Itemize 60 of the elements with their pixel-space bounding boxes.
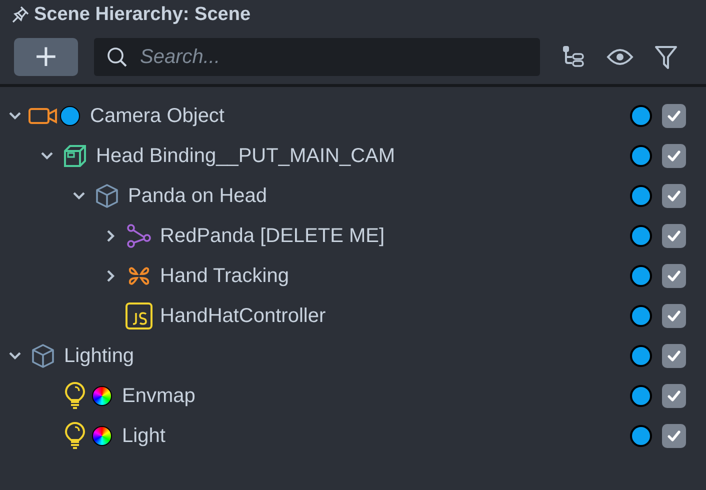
light-bulb-icon	[64, 422, 86, 450]
chevron-right-icon[interactable]	[106, 269, 116, 283]
filter-icon[interactable]	[654, 44, 678, 70]
chevron-down-icon[interactable]	[8, 111, 22, 121]
chevron-down-icon[interactable]	[8, 351, 22, 361]
tree-item-label[interactable]: RedPanda [DELETE ME]	[160, 224, 385, 248]
check-icon	[666, 268, 682, 284]
layer-dot[interactable]	[630, 385, 652, 407]
chevron-down-icon[interactable]	[40, 151, 54, 161]
visibility-checkbox[interactable]	[662, 304, 686, 328]
check-icon	[666, 228, 682, 244]
check-icon	[666, 188, 682, 204]
light-bulb-icon	[64, 382, 86, 410]
cube-icon	[63, 144, 87, 168]
eye-icon[interactable]	[606, 47, 634, 67]
check-icon	[666, 308, 682, 324]
add-button[interactable]: +	[14, 38, 78, 76]
check-icon	[666, 148, 682, 164]
cube-icon	[95, 183, 119, 209]
visibility-checkbox[interactable]	[662, 184, 686, 208]
search-icon	[106, 46, 128, 68]
layer-dot[interactable]	[630, 345, 652, 367]
tree-item-label[interactable]: Light	[122, 424, 166, 448]
check-icon	[666, 348, 682, 364]
layer-dot[interactable]	[630, 105, 652, 127]
tree-item-label[interactable]: Head Binding__PUT_MAIN_CAM	[96, 144, 396, 168]
panel-title: Scene Hierarchy: Scene	[34, 4, 251, 26]
check-icon	[666, 108, 682, 124]
visibility-checkbox[interactable]	[662, 104, 686, 128]
search-input[interactable]: Search...	[138, 44, 528, 70]
share-nodes-icon	[126, 224, 152, 248]
tree-item-label[interactable]: HandHatController	[160, 304, 326, 328]
tree-item-label[interactable]: Lighting	[64, 344, 134, 368]
visibility-checkbox[interactable]	[662, 384, 686, 408]
chevron-down-icon[interactable]	[72, 191, 86, 201]
hierarchy-icon[interactable]	[560, 44, 586, 70]
cube-icon	[31, 343, 55, 369]
tree-item-label[interactable]: Panda on Head	[128, 184, 268, 208]
tree-item-label[interactable]: Hand Tracking	[160, 264, 289, 288]
tree-item-label[interactable]: Camera Object	[90, 104, 224, 128]
pin-icon[interactable]	[10, 5, 30, 25]
layer-dot[interactable]	[630, 305, 652, 327]
visibility-checkbox[interactable]	[662, 264, 686, 288]
visibility-checkbox[interactable]	[662, 224, 686, 248]
chevron-right-icon[interactable]	[106, 229, 116, 243]
visibility-checkbox[interactable]	[662, 144, 686, 168]
layer-dot[interactable]	[630, 425, 652, 447]
layer-dot[interactable]	[630, 225, 652, 247]
check-icon	[666, 428, 682, 444]
layer-dot[interactable]	[630, 185, 652, 207]
visibility-checkbox[interactable]	[662, 424, 686, 448]
layer-dot[interactable]	[630, 265, 652, 287]
petals-icon	[127, 264, 151, 288]
search-field[interactable]: Search...	[94, 38, 540, 76]
script-file-icon	[125, 302, 153, 330]
camera-icon	[28, 106, 58, 126]
check-icon	[666, 388, 682, 404]
tree-item-label[interactable]: Envmap	[122, 384, 196, 408]
visibility-checkbox[interactable]	[662, 344, 686, 368]
layer-dot[interactable]	[630, 145, 652, 167]
